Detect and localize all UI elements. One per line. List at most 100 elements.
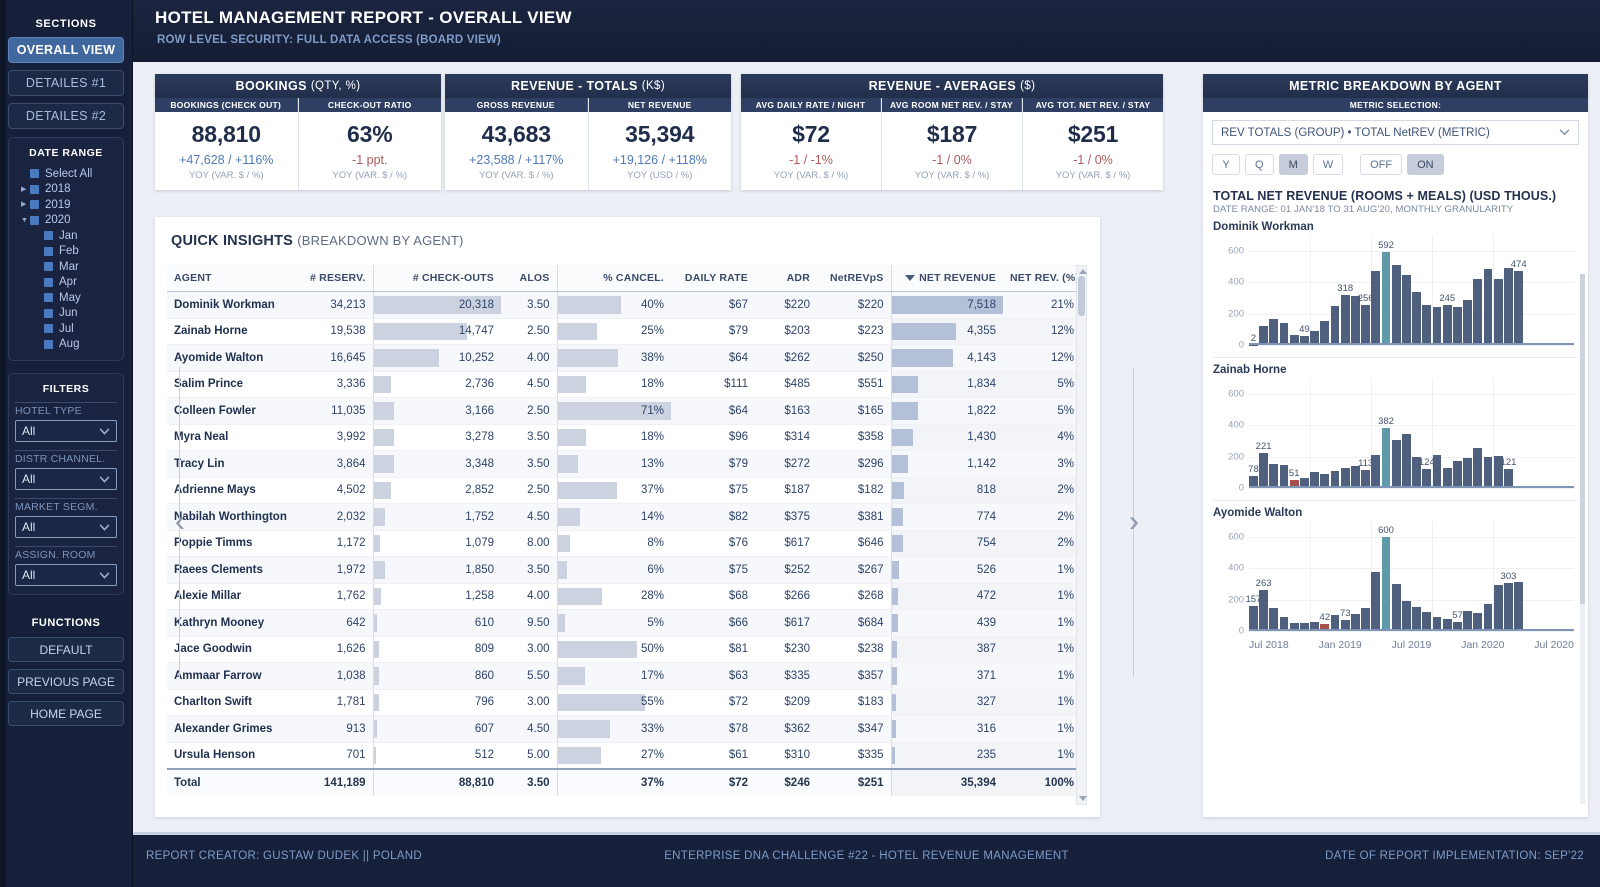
bar[interactable]: 256 — [1358, 293, 1374, 345]
function-button-home-page[interactable]: HOME PAGE — [8, 701, 124, 726]
filter-select-distr-channel[interactable]: All — [15, 468, 117, 490]
function-button-default[interactable]: DEFAULT — [8, 637, 124, 662]
filter-select-market-segm[interactable]: All — [15, 516, 117, 538]
column-header-net-rev[interactable]: NET REV. (%) — [1003, 265, 1081, 292]
bar[interactable]: 592 — [1378, 240, 1394, 345]
table-row[interactable]: Salim Prince 3,336 2,736 4.50 18% $111 $485 $55… — [167, 371, 1081, 398]
table-row[interactable]: Alexie Millar 1,762 1,258 4.00 28% $68 $266 $26… — [167, 583, 1081, 610]
bar[interactable] — [1269, 464, 1279, 488]
granularity-pill-m[interactable]: M — [1278, 154, 1308, 175]
bar[interactable] — [1473, 448, 1483, 488]
agent-table-header-row[interactable]: AGENT # RESERV. # CHECK-OUTS ALOS % CANCEL. D… — [167, 265, 1081, 292]
checkbox[interactable] — [44, 339, 53, 349]
date-tree-item-2019[interactable]: ▶ 2019 — [21, 197, 117, 213]
table-row[interactable]: Dominik Workman 34,213 20,318 3.50 40% $67 $22… — [167, 291, 1081, 319]
function-button-previous-page[interactable]: PREVIOUS PAGE — [8, 669, 124, 694]
date-tree-item-jul[interactable]: Jul — [21, 321, 117, 337]
filter-select-assign-room[interactable]: All — [15, 564, 117, 586]
checkbox[interactable] — [44, 262, 53, 272]
table-row[interactable]: Poppie Timms 1,172 1,079 8.00 8% $76 $617 $646 7… — [167, 530, 1081, 557]
table-row[interactable]: Charlton Swift 1,781 796 3.00 55% $72 $209 $183… — [167, 689, 1081, 716]
bar[interactable] — [1453, 460, 1462, 488]
bar[interactable] — [1391, 440, 1401, 488]
sidebar-section-detailes-1[interactable]: DETAILES #1 — [8, 70, 124, 96]
bar[interactable] — [1279, 322, 1289, 345]
bar[interactable]: 303 — [1501, 571, 1516, 631]
bar[interactable] — [1504, 268, 1513, 345]
bar[interactable] — [1473, 278, 1483, 345]
column-header-check-outs[interactable]: # CHECK-OUTS — [372, 265, 501, 292]
bar[interactable]: 600 — [1378, 525, 1394, 631]
date-tree-item-select all[interactable]: Select All — [21, 166, 117, 182]
column-header-adr[interactable]: ADR — [755, 265, 817, 292]
chevron-right-icon[interactable]: ▶ — [21, 201, 30, 208]
metric-select[interactable]: REV TOTALS (GROUP) • TOTAL NetREV (METRI… — [1212, 120, 1579, 145]
bar[interactable]: 245 — [1439, 293, 1455, 345]
date-tree-item-mar[interactable]: Mar — [21, 259, 117, 275]
granularity-pill-w[interactable]: W — [1312, 154, 1344, 175]
toggle-pill-off[interactable]: OFF — [1360, 154, 1403, 175]
table-row[interactable]: Adrienne Mays 4,502 2,852 2.50 37% $75 $187 $18… — [167, 477, 1081, 504]
column-header-netrevps[interactable]: NetREVpS — [817, 265, 891, 292]
column-header-alos[interactable]: ALOS — [501, 265, 557, 292]
bar[interactable] — [1371, 454, 1381, 488]
bar[interactable] — [1361, 607, 1371, 631]
bar[interactable] — [1279, 464, 1289, 488]
bar[interactable] — [1402, 433, 1411, 488]
bar[interactable] — [1463, 300, 1473, 345]
date-tree-item-2020[interactable]: ▼ 2020 — [21, 213, 117, 229]
date-tree-item-may[interactable]: May — [21, 290, 117, 306]
right-panel-scrollbar[interactable] — [1580, 274, 1585, 804]
checkbox[interactable] — [30, 169, 39, 179]
chevron-down-icon[interactable]: ▼ — [21, 217, 30, 224]
bar[interactable] — [1453, 306, 1462, 345]
table-row[interactable]: Ayomide Walton 16,645 10,252 4.00 38% $64 $262… — [167, 344, 1081, 372]
filter-select-hotel-type[interactable]: All — [15, 420, 117, 442]
table-row[interactable]: Alexander Grimes 913 607 4.50 33% $78 $362 $347… — [167, 715, 1081, 743]
bar[interactable] — [1483, 269, 1493, 345]
bar[interactable]: 382 — [1378, 416, 1394, 488]
bar[interactable] — [1514, 582, 1524, 631]
bar[interactable] — [1493, 279, 1503, 345]
table-row[interactable]: Raees Clements 1,972 1,850 3.50 6% $75 $252 $26… — [167, 556, 1081, 584]
sidebar-section-overall-view[interactable]: OVERALL VIEW — [8, 37, 124, 63]
table-row[interactable]: Colleen Fowler 11,035 3,166 2.50 71% $64 $163 $… — [167, 397, 1081, 425]
table-row[interactable]: Tracy Lin 3,864 3,348 3.50 13% $79 $272 $296 1,1… — [167, 450, 1081, 478]
table-row[interactable]: Ammaar Farrow 1,038 860 5.50 17% $63 $335 $357 3… — [167, 662, 1081, 690]
granularity-pill-q[interactable]: Q — [1245, 154, 1274, 175]
table-row[interactable]: Zainab Horne 19,538 14,747 2.50 25% $79 $203 $2… — [167, 318, 1081, 345]
previous-nav-button[interactable]: ‹ — [163, 502, 197, 542]
checkbox[interactable] — [44, 324, 53, 334]
date-range-tree[interactable]: Select All ▶ 2018 ▶ 2019 ▼ 2020 Jan Feb Mar Apr May… — [15, 166, 117, 352]
date-tree-item-jan[interactable]: Jan — [21, 228, 117, 244]
column-header-cancel[interactable]: % CANCEL. — [556, 265, 671, 292]
table-row[interactable]: Nabilah Worthington 2,032 1,752 4.50 14% $82 $… — [167, 503, 1081, 531]
sidebar-section-detailes-2[interactable]: DETAILES #2 — [8, 103, 124, 129]
next-nav-button[interactable]: › — [1117, 502, 1151, 542]
bar[interactable] — [1422, 305, 1432, 345]
column-header-agent[interactable]: AGENT — [167, 265, 301, 292]
checkbox[interactable] — [44, 231, 53, 241]
bar[interactable] — [1330, 305, 1340, 345]
bar[interactable] — [1483, 457, 1493, 488]
checkbox[interactable] — [44, 308, 53, 318]
scroll-up-icon[interactable] — [1079, 269, 1087, 274]
bar[interactable] — [1320, 321, 1330, 345]
bar[interactable]: 318 — [1337, 283, 1353, 345]
chevron-right-icon[interactable]: ▶ — [21, 186, 30, 193]
date-tree-item-jun[interactable]: Jun — [21, 306, 117, 322]
bar[interactable] — [1402, 274, 1411, 345]
bar[interactable] — [1402, 601, 1411, 631]
bar[interactable] — [1463, 458, 1473, 488]
bar[interactable] — [1269, 319, 1279, 345]
column-header-daily-rate[interactable]: DAILY RATE — [671, 265, 755, 292]
bar[interactable]: 263 — [1256, 578, 1272, 631]
bar[interactable] — [1412, 607, 1422, 631]
bar[interactable] — [1391, 264, 1401, 345]
table-row[interactable]: Jace Goodwin 1,626 809 3.00 50% $81 $230 $238 38… — [167, 636, 1081, 663]
bar[interactable]: 474 — [1511, 259, 1527, 345]
date-tree-item-feb[interactable]: Feb — [21, 244, 117, 260]
table-scroll-thumb[interactable] — [1078, 276, 1085, 316]
scroll-down-icon[interactable] — [1079, 796, 1087, 801]
granularity-pill-y[interactable]: Y — [1212, 154, 1240, 175]
